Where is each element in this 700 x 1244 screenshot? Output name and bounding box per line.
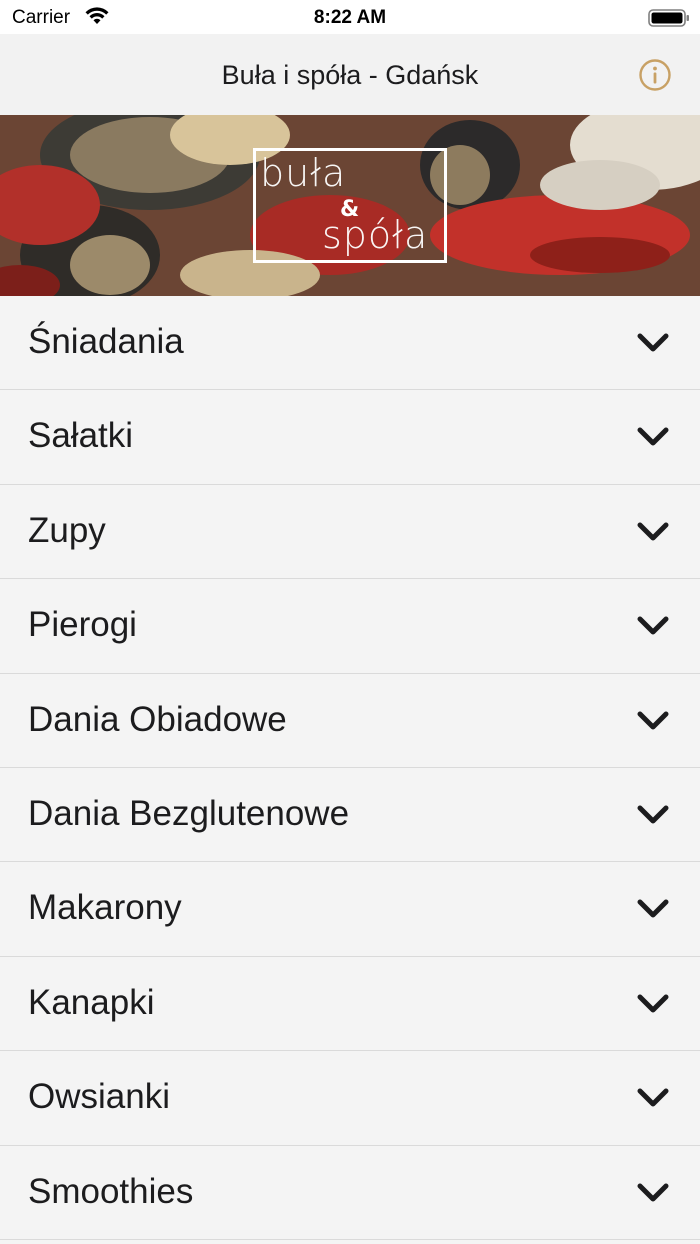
chevron-down-icon bbox=[637, 711, 669, 730]
restaurant-logo: buła & spóła bbox=[253, 148, 447, 263]
menu-category-zupy[interactable]: Zupy bbox=[0, 484, 700, 580]
chevron-down-icon bbox=[637, 427, 669, 446]
menu-category-label: Owsianki bbox=[28, 1077, 170, 1117]
page-title: Buła i spóła - Gdańsk bbox=[221, 60, 479, 90]
chevron-down-icon bbox=[637, 994, 669, 1013]
chevron-down-icon bbox=[637, 333, 669, 352]
menu-category-pierogi[interactable]: Pierogi bbox=[0, 579, 700, 674]
hero-banner: buła & spóła bbox=[0, 115, 700, 296]
status-bar: Carrier 8:22 AM bbox=[0, 0, 700, 34]
menu-category-label: Smoothies bbox=[28, 1171, 194, 1211]
battery-icon bbox=[648, 9, 689, 27]
chevron-down-icon bbox=[637, 616, 669, 635]
chevron-down-icon bbox=[637, 805, 669, 824]
chevron-down-icon bbox=[637, 522, 669, 541]
menu-category-label: Dania Obiadowe bbox=[28, 699, 287, 739]
menu-category-makarony[interactable]: Makarony bbox=[0, 862, 700, 957]
chevron-down-icon bbox=[637, 899, 669, 918]
chevron-down-icon bbox=[637, 1183, 669, 1202]
menu-category-label: Kanapki bbox=[28, 982, 155, 1022]
chevron-down-icon bbox=[637, 1088, 669, 1107]
menu-category-smoothies[interactable]: Smoothies bbox=[0, 1145, 700, 1240]
menu-category-label: Zupy bbox=[28, 510, 106, 550]
menu-category-salatki[interactable]: Sałatki bbox=[0, 390, 700, 485]
info-icon[interactable] bbox=[638, 58, 672, 92]
menu-category-sniadania[interactable]: Śniadania bbox=[0, 296, 700, 391]
menu-category-label: Makarony bbox=[28, 888, 182, 928]
menu-category-list: Śniadania Sałatki Zupy Pierogi Dania Obi… bbox=[0, 296, 700, 1240]
menu-category-dania-obiadowe[interactable]: Dania Obiadowe bbox=[0, 673, 700, 768]
logo-text-bottom: spóła bbox=[322, 213, 429, 257]
menu-category-label: Sałatki bbox=[28, 416, 134, 456]
menu-category-label: Dania Bezglutenowe bbox=[28, 793, 350, 833]
navigation-bar: Buła i spóła - Gdańsk bbox=[0, 34, 700, 115]
menu-category-label: Pierogi bbox=[28, 605, 137, 645]
menu-category-dania-bezglutenowe[interactable]: Dania Bezglutenowe bbox=[0, 767, 700, 863]
menu-category-kanapki[interactable]: Kanapki bbox=[0, 956, 700, 1052]
menu-category-owsianki[interactable]: Owsianki bbox=[0, 1051, 700, 1146]
status-time: 8:22 AM bbox=[313, 7, 387, 28]
logo-text-top: buła bbox=[260, 151, 347, 195]
menu-category-label: Śniadania bbox=[28, 322, 184, 361]
